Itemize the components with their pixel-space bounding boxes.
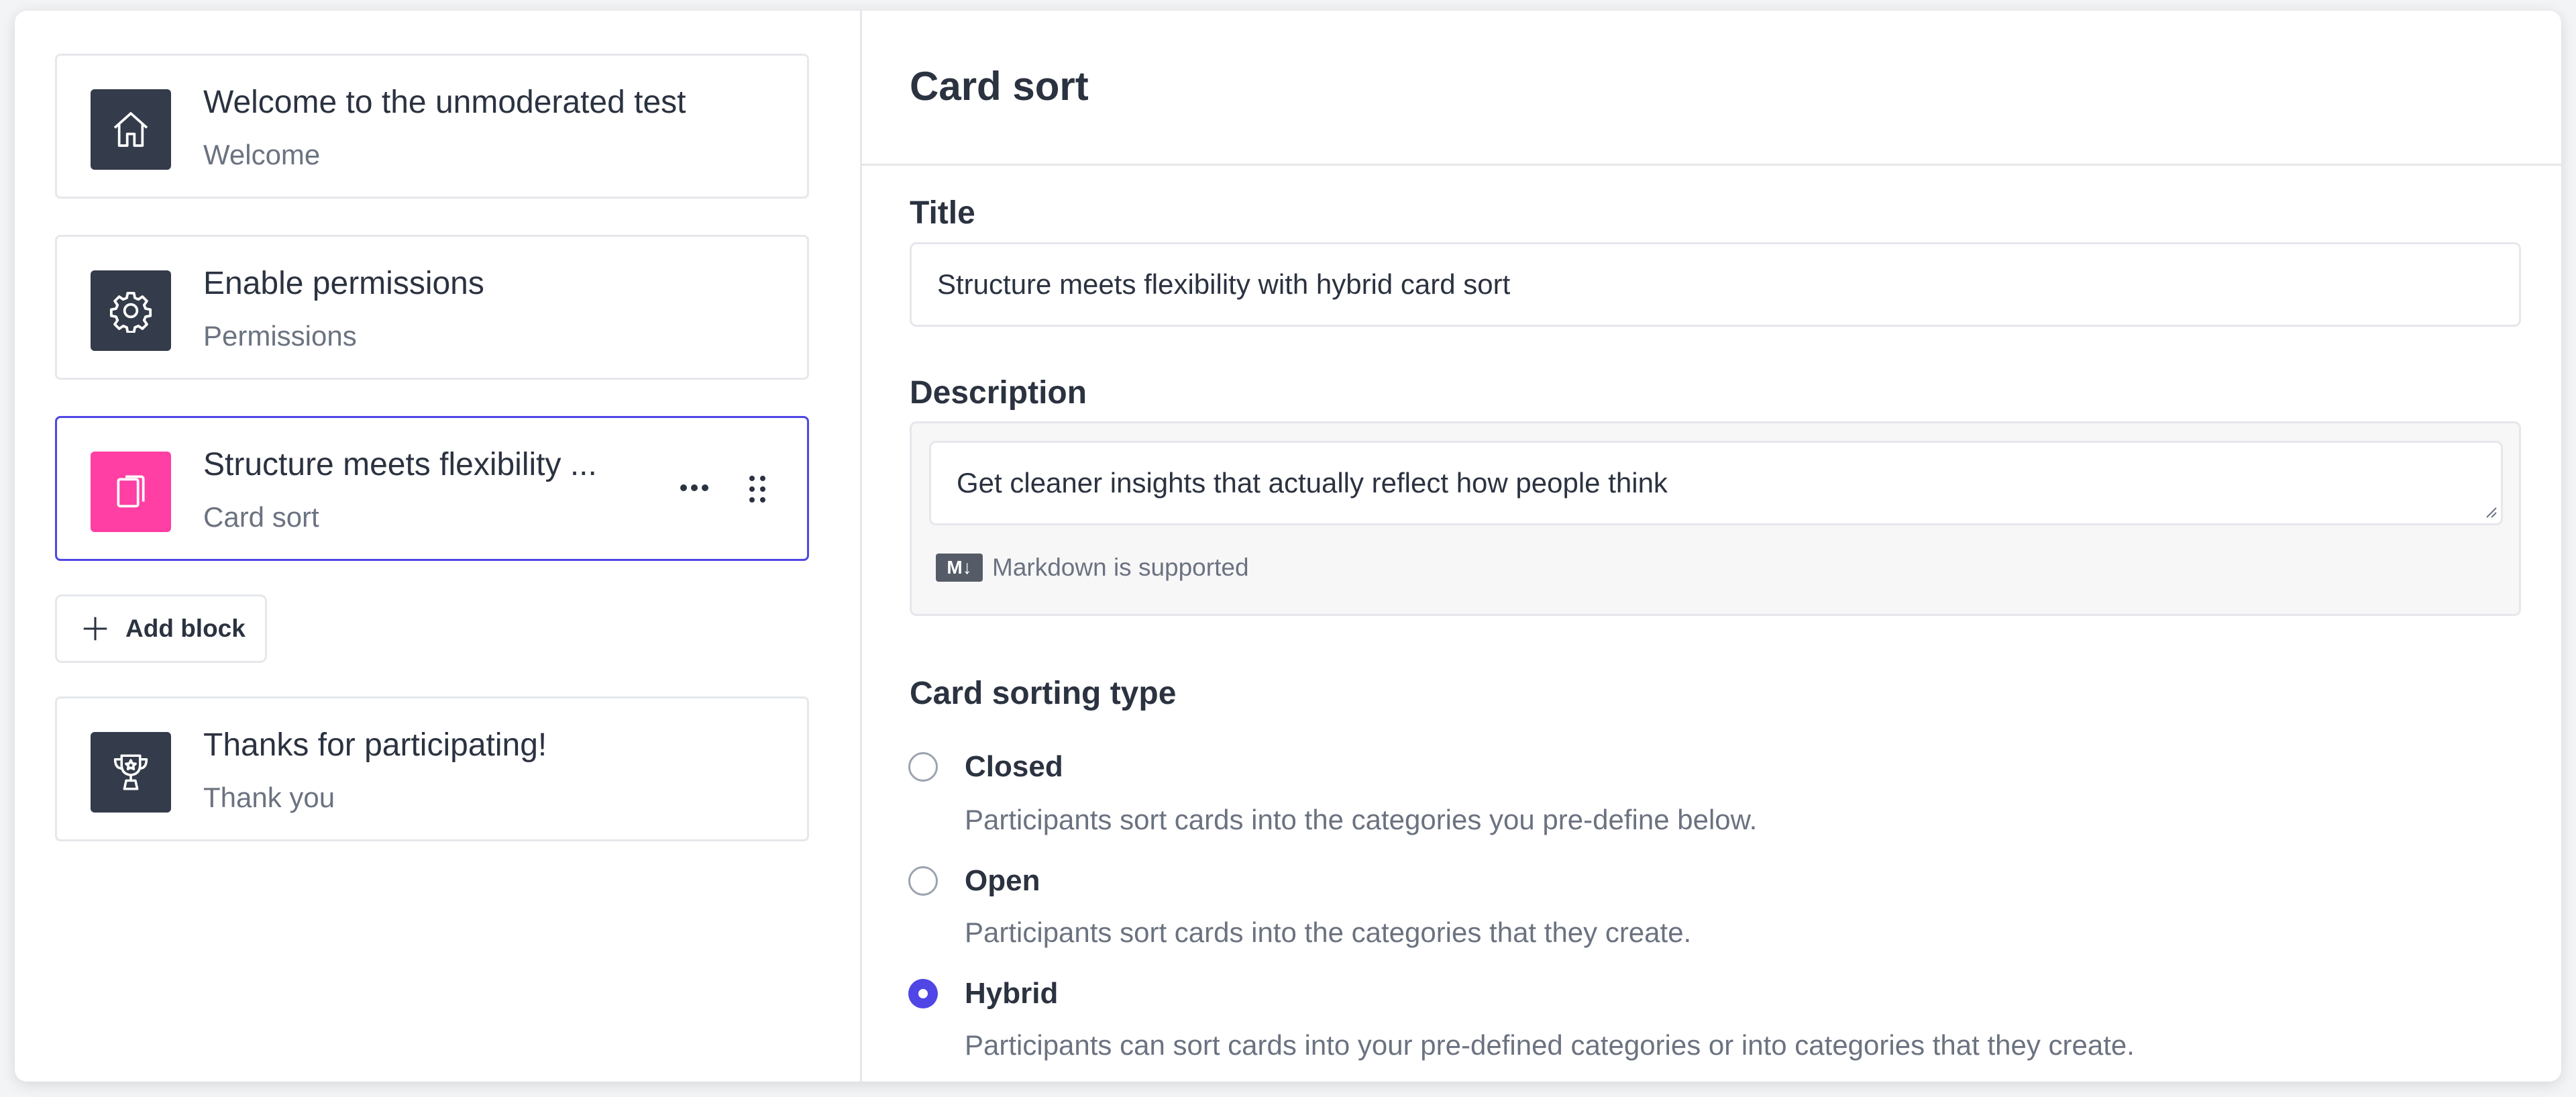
cards-icon	[91, 452, 171, 532]
radio-label: Hybrid	[965, 977, 1059, 1010]
block-card-sort[interactable]: Structure meets flexibility ... Card sor…	[55, 416, 809, 561]
plus-icon	[83, 617, 107, 641]
app-window: Welcome to the unmoderated test Welcome …	[15, 11, 2561, 1082]
radio-open[interactable]: Open	[908, 864, 1040, 898]
more-options-icon[interactable]	[674, 474, 714, 501]
block-title: Welcome to the unmoderated test	[203, 85, 686, 120]
radio-circle[interactable]	[908, 866, 938, 896]
block-type: Thank you	[203, 782, 335, 813]
block-thank-you[interactable]: Thanks for participating! Thank you	[55, 696, 809, 841]
radio-hybrid[interactable]: Hybrid	[908, 977, 1058, 1010]
add-block-button[interactable]: Add block	[55, 594, 267, 663]
markdown-icon: M↓	[936, 554, 983, 582]
radio-description: Participants can sort cards into your pr…	[965, 1029, 2135, 1061]
block-type: Welcome	[203, 139, 321, 170]
block-title: Structure meets flexibility ...	[203, 447, 597, 482]
description-label: Description	[910, 375, 1087, 411]
title-input[interactable]	[910, 242, 2521, 327]
radio-circle-checked[interactable]	[908, 979, 938, 1008]
markdown-note-text: Markdown is supported	[992, 554, 1249, 581]
radio-label: Open	[965, 864, 1040, 897]
sorting-type-label: Card sorting type	[910, 676, 1177, 711]
resize-handle-icon[interactable]	[2481, 503, 2498, 519]
radio-label: Closed	[965, 750, 1063, 783]
block-list-panel: Welcome to the unmoderated test Welcome …	[15, 11, 862, 1082]
trophy-icon	[91, 732, 171, 813]
block-title: Thanks for participating!	[203, 727, 547, 763]
description-input[interactable]	[929, 441, 2503, 525]
title-label: Title	[910, 195, 975, 231]
home-icon	[91, 89, 171, 170]
radio-description: Participants sort cards into the categor…	[965, 917, 1692, 948]
card-sort-settings-panel: Card sort Title Description M↓ Markdown …	[861, 11, 2561, 1082]
markdown-note: M↓ Markdown is supported	[936, 554, 1249, 582]
drag-handle-icon[interactable]	[743, 470, 772, 508]
block-type: Card sort	[203, 501, 319, 533]
add-block-label: Add block	[125, 615, 246, 642]
block-type: Permissions	[203, 320, 357, 352]
block-welcome[interactable]: Welcome to the unmoderated test Welcome	[55, 54, 809, 199]
description-box: M↓ Markdown is supported	[910, 421, 2521, 616]
panel-divider	[861, 164, 2561, 166]
radio-circle[interactable]	[908, 752, 938, 782]
gear-icon	[91, 270, 171, 351]
radio-description: Participants sort cards into the categor…	[965, 804, 1758, 835]
panel-title: Card sort	[910, 64, 1089, 109]
radio-closed[interactable]: Closed	[908, 750, 1063, 784]
block-title: Enable permissions	[203, 266, 484, 301]
block-permissions[interactable]: Enable permissions Permissions	[55, 235, 809, 380]
